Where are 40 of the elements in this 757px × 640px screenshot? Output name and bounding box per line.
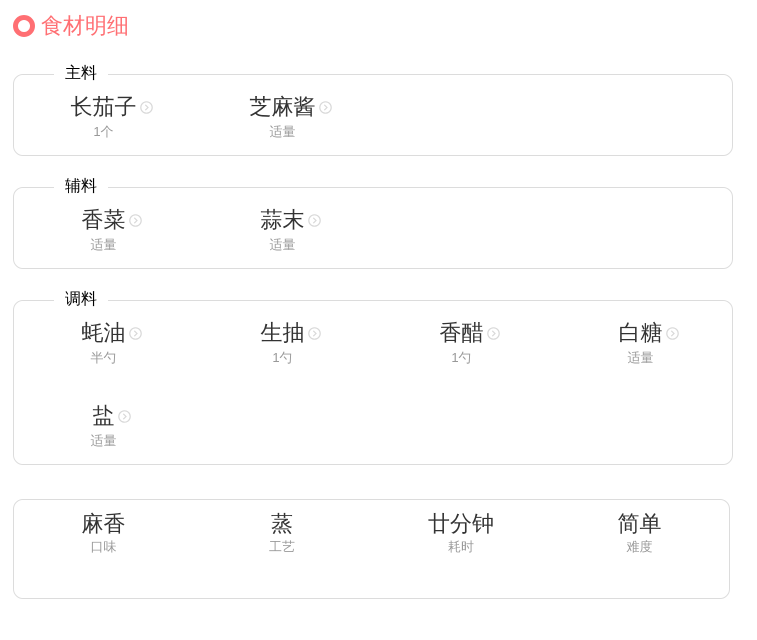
group-label: 调料 — [64, 292, 98, 308]
ingredient-amount: 适量 — [628, 349, 654, 367]
summary-label: 口味 — [90, 538, 116, 556]
ingredient-name[interactable]: 白糖 — [618, 320, 662, 345]
summary-label: 耗时 — [448, 538, 474, 556]
ingredient-name[interactable]: 盐 — [92, 403, 114, 428]
chevron-icon[interactable] — [140, 101, 152, 114]
chevron-icon[interactable] — [318, 101, 332, 114]
ingredient-amount: 1个 — [93, 123, 114, 141]
ingredient-name[interactable]: 长茄子 — [70, 94, 136, 119]
ingredient-name[interactable]: 蒜末 — [260, 207, 304, 232]
chevron-icon[interactable] — [666, 327, 678, 340]
group-label: 主料 — [64, 66, 98, 82]
summary-label: 工艺 — [269, 538, 296, 556]
ingredient-amount: 适量 — [90, 432, 116, 450]
ingredient-amount: 1勺 — [272, 349, 293, 367]
section-title: 食材明细 — [41, 15, 129, 37]
ingredient-name[interactable]: 香菜 — [82, 207, 126, 232]
ingredient-amount: 半勺 — [90, 349, 116, 367]
ingredient-name[interactable]: 香醋 — [440, 320, 484, 345]
chevron-icon[interactable] — [486, 327, 500, 340]
summary-label: 难度 — [626, 538, 653, 556]
ingredient-amount: 适量 — [270, 123, 296, 141]
summary-value: 简单 — [618, 510, 662, 538]
summary-value: 麻香 — [81, 510, 126, 538]
summary-value: 蒸 — [271, 510, 294, 538]
chevron-icon[interactable] — [308, 327, 320, 340]
ingredient-name[interactable]: 生抽 — [260, 320, 304, 345]
summary-value: 廿分钟 — [428, 510, 494, 538]
ingredient-name[interactable]: 芝麻酱 — [250, 94, 316, 119]
ingredient-amount: 1勺 — [451, 349, 472, 367]
ingredient-amount: 适量 — [270, 236, 296, 254]
ingredient-name[interactable]: 蚝油 — [82, 320, 126, 345]
ring-icon — [13, 15, 35, 37]
chevron-icon[interactable] — [128, 214, 142, 227]
chevron-icon[interactable] — [118, 410, 130, 423]
ingredient-amount: 适量 — [90, 236, 116, 254]
group-label: 辅料 — [64, 179, 98, 195]
chevron-icon[interactable] — [308, 214, 320, 227]
chevron-icon[interactable] — [128, 327, 142, 340]
